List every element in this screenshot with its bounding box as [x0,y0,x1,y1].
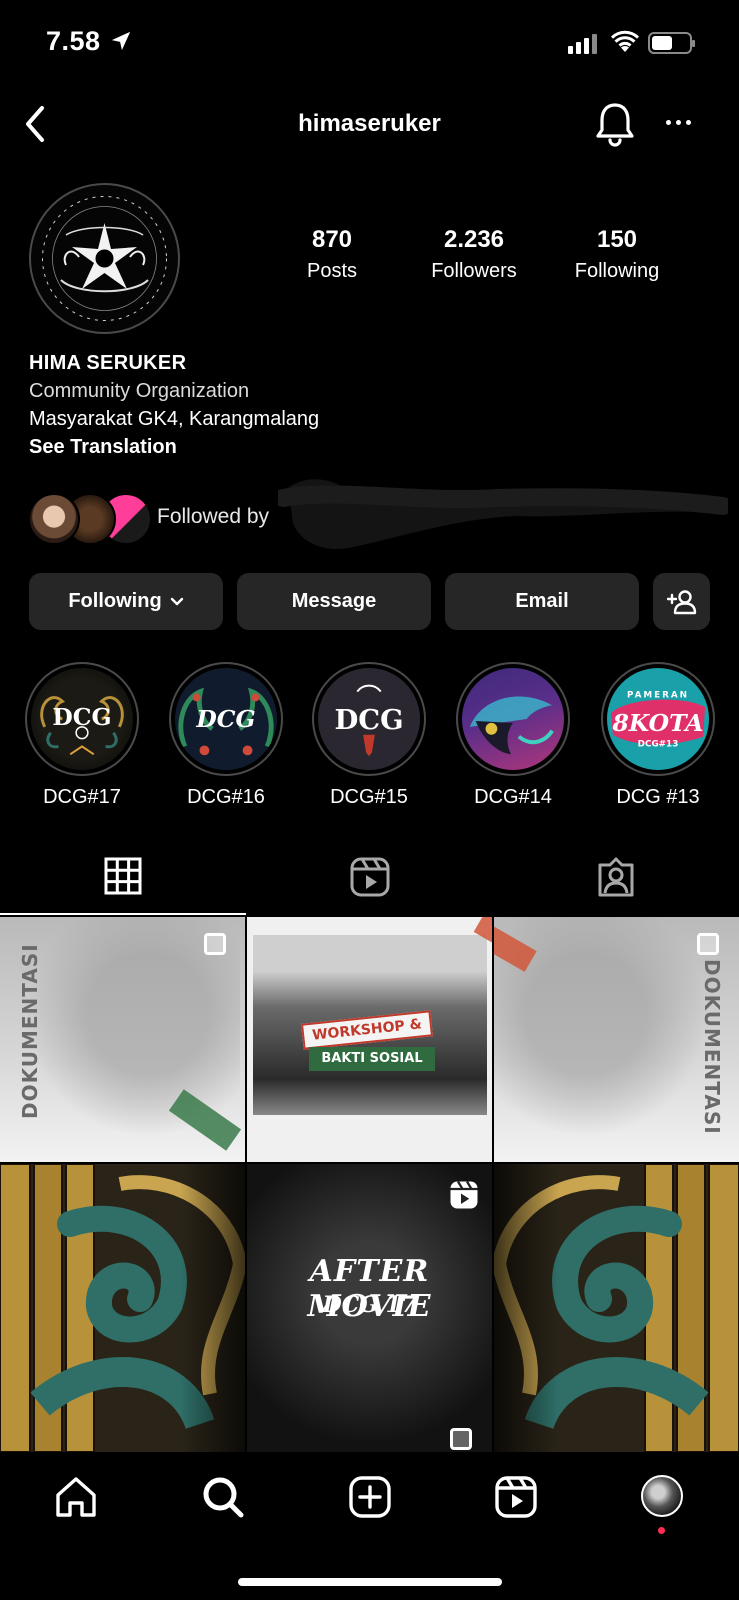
following-count[interactable]: 150 Following [542,226,692,283]
wifi-icon [611,30,639,52]
after-movie-subtitle: DCG 17 [322,1292,417,1318]
documentation-label: DOKUMENTASI [700,959,724,1135]
ornament-artwork [494,1164,739,1452]
highlight-label: DCG#16 [187,786,265,808]
suggested-accounts-button[interactable] [653,573,710,630]
home-icon[interactable] [54,1475,98,1519]
following-button[interactable]: Following [29,573,223,630]
highlight-label: DCG#17 [43,786,121,808]
profile-category: Community Organization [29,380,250,402]
carousel-icon [204,933,226,955]
highlight-label: DCG#15 [330,786,408,808]
mutual-followers-avatars[interactable] [28,493,152,545]
see-translation-link[interactable]: See Translation [29,436,177,459]
email-button-label: Email [515,590,569,612]
followers-count[interactable]: 2.236 Followers [399,226,549,283]
highlight-art-text: 8KOTA [611,709,703,737]
mutual-avatar [28,493,80,545]
highlight-cover: DCG [178,687,274,756]
documentation-label: DOKUMENTASI [18,943,42,1119]
highlight-art-text: DCG [334,704,403,736]
ornament-artwork [0,1164,245,1452]
status-time: 7.58 [46,26,101,56]
more-options-icon[interactable] [666,120,691,125]
profile-location: Masyarakat GK4, Karangmalang [29,408,320,430]
followers-label: Followers [431,260,517,282]
create-post-icon[interactable] [348,1475,392,1519]
highlight-cover [469,696,554,755]
add-person-icon [666,589,696,614]
grid-icon[interactable] [104,857,142,895]
following-label: Following [574,260,660,282]
email-button[interactable]: Email [445,573,639,630]
highlight-label: DCG #13 [616,786,700,808]
highlight-art-text: DCG [195,705,255,733]
post-tile-after-movie-left[interactable] [0,1164,245,1452]
himpunan-logo-icon [42,196,167,321]
following-value: 150 [596,226,638,253]
highlight-dcg16[interactable]: DCG DCG#16 [168,662,284,809]
workshop-subtitle: BAKTI SOSIAL [309,1047,435,1071]
active-tab-indicator [0,913,246,915]
reels-icon[interactable] [494,1475,538,1519]
carousel-icon [450,1428,472,1450]
followers-value: 2.236 [443,226,505,253]
profile-avatar[interactable] [29,183,180,334]
highlight-dcg13[interactable]: PAMERAN 8KOTA DCG#13 DCG #13 [598,662,718,809]
profile-tab-avatar[interactable] [641,1475,683,1517]
notification-dot [658,1527,665,1534]
carousel-icon [697,933,719,955]
posts-count[interactable]: 870 Posts [257,226,407,283]
following-button-label: Following [68,590,162,612]
highlight-art-top: PAMERAN [627,690,689,700]
post-tile-after-movie-right[interactable] [494,1164,739,1452]
cellular-signal-icon [568,34,597,54]
battery-icon [648,32,695,54]
highlight-dcg17[interactable]: DCG DCG#17 [24,662,140,809]
followed-by-text[interactable]: Followed by [157,505,269,529]
message-button[interactable]: Message [237,573,431,630]
highlight-cover: DCG [40,696,124,756]
location-arrow-icon [111,31,131,51]
home-indicator [238,1578,502,1586]
message-button-label: Message [291,590,377,612]
highlight-label: DCG#14 [474,786,552,808]
highlight-dcg14[interactable]: DCG#14 [455,662,571,809]
reel-indicator-icon [450,1180,478,1209]
reels-tab-icon[interactable] [350,857,390,897]
highlight-cover: PAMERAN 8KOTA DCG#13 [610,690,706,749]
posts-label: Posts [306,260,358,282]
chevron-down-icon [170,597,183,605]
search-icon[interactable] [201,1475,245,1519]
redacted-scribble [278,479,728,549]
highlight-dcg15[interactable]: DCG DCG#15 [311,662,427,809]
profile-display-name: HIMA SERUKER [29,352,187,374]
notification-bell-icon[interactable] [595,101,635,147]
highlight-cover: DCG [334,684,404,757]
post-tile-workshop[interactable]: WORKSHOP & BAKTI SOSIAL [247,917,492,1162]
posts-value: 870 [311,226,353,253]
highlight-art-sub: DCG#13 [638,739,679,749]
tagged-tab-icon[interactable] [596,857,636,897]
